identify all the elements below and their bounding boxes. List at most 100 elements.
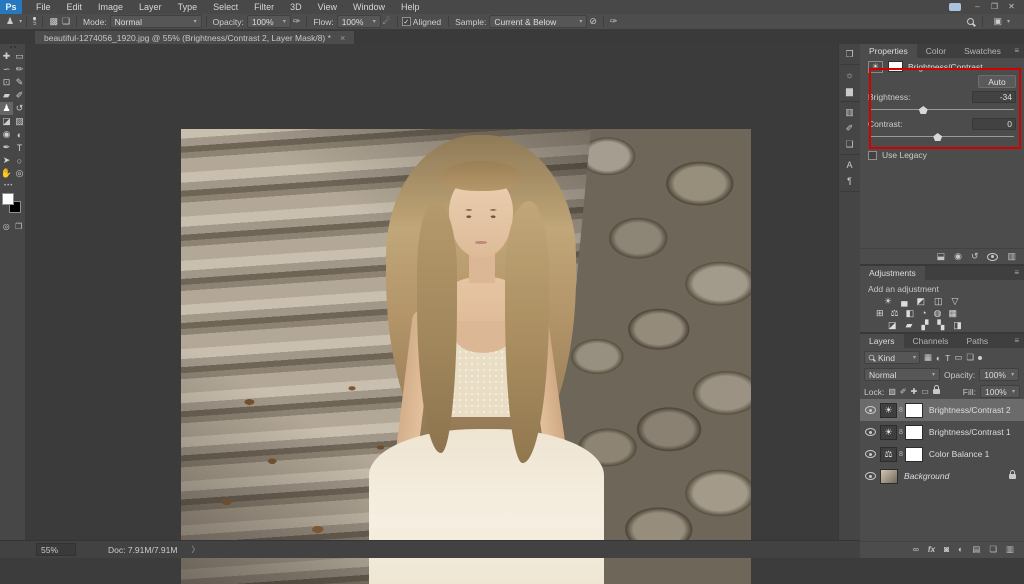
layer-effects-icon[interactable]: fx xyxy=(928,545,935,554)
airbrush-icon[interactable]: ☄ xyxy=(381,16,393,27)
crop-tool[interactable]: ⊡ xyxy=(0,76,13,89)
workspace-switcher-icon[interactable]: ▣ xyxy=(991,16,1004,27)
canvas-area[interactable] xyxy=(26,44,838,584)
curves-adjustment-icon[interactable]: ◩ xyxy=(916,296,925,307)
layer-thumbnail[interactable] xyxy=(880,468,898,484)
clone-stamp-tool[interactable]: ♟ xyxy=(0,102,13,115)
tab-channels[interactable]: Channels xyxy=(904,334,958,348)
type-tool[interactable]: T xyxy=(13,141,26,154)
dodge-tool[interactable]: ◐ xyxy=(13,128,26,141)
layer-row-color-balance-1[interactable]: ⚖ 8 Color Balance 1 xyxy=(860,443,1024,465)
layers-opacity-dropdown[interactable]: 100% ▾ xyxy=(979,368,1020,381)
history-brush-tool[interactable]: ↺ xyxy=(13,102,26,115)
filter-kind-dropdown[interactable]: Kind ▾ xyxy=(864,351,920,364)
visibility-eye-icon[interactable] xyxy=(864,406,876,414)
visibility-eye-icon[interactable] xyxy=(864,450,876,458)
reset-adjustment-icon[interactable]: ↺ xyxy=(971,251,979,262)
edit-toolbar-icon[interactable]: ••• xyxy=(0,180,25,190)
mask-link-icon[interactable]: 8 xyxy=(899,407,903,414)
window-menu-icon[interactable] xyxy=(949,3,961,11)
hand-tool[interactable]: ✋ xyxy=(0,167,13,180)
use-legacy-checkbox[interactable] xyxy=(868,150,877,160)
mask-link-icon[interactable]: 8 xyxy=(899,451,903,458)
shape-tool[interactable]: ○ xyxy=(13,154,26,167)
character-panel-icon[interactable]: A xyxy=(839,157,860,173)
delete-adjustment-icon[interactable]: ▥ xyxy=(1007,251,1016,262)
adjustments-panel-icon[interactable]: ☼ xyxy=(839,67,860,83)
aligned-checkbox[interactable]: ✓ xyxy=(401,17,411,26)
hue-saturation-adjustment-icon[interactable]: ⊞ xyxy=(876,308,884,319)
layer-mask-thumbnail[interactable] xyxy=(904,424,923,440)
menu-3d[interactable]: 3D xyxy=(282,0,310,14)
layer-name[interactable]: Brightness/Contrast 2 xyxy=(929,405,1011,415)
adjustment-layer-icon[interactable]: ☀ xyxy=(880,402,897,418)
styles-panel-icon[interactable]: ▆ xyxy=(839,83,860,99)
layer-mask-thumbnail[interactable] xyxy=(904,446,923,462)
posterize-adjustment-icon[interactable]: ▰ xyxy=(906,320,913,331)
tab-close-icon[interactable]: × xyxy=(340,33,345,43)
threshold-adjustment-icon[interactable]: ▞ xyxy=(921,320,928,331)
zoom-tool[interactable]: ◎ xyxy=(13,167,26,180)
close-button[interactable]: ✕ xyxy=(1003,0,1020,14)
tab-color[interactable]: Color xyxy=(917,44,955,58)
pressure-opacity-icon[interactable]: ✑ xyxy=(291,16,303,27)
panel-menu-icon[interactable]: ≡ xyxy=(1014,44,1024,58)
clone-source-panel-icon[interactable]: ❏ xyxy=(839,136,860,152)
lock-artboard-icon[interactable]: ▭ xyxy=(921,387,929,396)
blur-tool[interactable]: ◉ xyxy=(0,128,13,141)
lock-all-icon[interactable] xyxy=(932,385,940,394)
status-options-arrow-icon[interactable]: 〉 xyxy=(191,544,199,555)
open-document-image[interactable] xyxy=(181,129,751,584)
lock-position-icon[interactable]: ✚ xyxy=(911,387,918,396)
link-layers-icon[interactable]: ∞ xyxy=(913,544,919,554)
tab-swatches[interactable]: Swatches xyxy=(955,44,1010,58)
libraries-panel-icon[interactable]: ▥ xyxy=(839,104,860,120)
tab-layers[interactable]: Layers xyxy=(860,334,904,348)
brush-panel-toggle-icon[interactable]: ▩ xyxy=(47,16,60,27)
lasso-tool[interactable]: ∽ xyxy=(0,63,13,76)
screen-mode-icon[interactable]: ❐ xyxy=(15,222,22,231)
menu-filter[interactable]: Filter xyxy=(246,0,282,14)
contrast-slider[interactable] xyxy=(870,132,1014,142)
restore-button[interactable]: ❐ xyxy=(986,0,1003,14)
layer-row-brightness-contrast-1[interactable]: ☀ 8 Brightness/Contrast 1 xyxy=(860,421,1024,443)
ignore-adjustment-layers-icon[interactable]: ⊘ xyxy=(587,16,599,27)
quick-selection-tool[interactable]: ✏ xyxy=(13,63,26,76)
lock-pixels-icon[interactable]: ✐ xyxy=(900,387,907,396)
layer-row-background[interactable]: Background xyxy=(860,465,1024,487)
paragraph-panel-icon[interactable]: ¶ xyxy=(839,173,860,189)
search-icon[interactable] xyxy=(967,18,975,25)
contrast-value-field[interactable]: 0 xyxy=(972,118,1016,130)
exposure-adjustment-icon[interactable]: ◫ xyxy=(934,296,943,307)
black-white-adjustment-icon[interactable]: ◧ xyxy=(906,308,915,319)
layer-name[interactable]: Brightness/Contrast 1 xyxy=(929,427,1011,437)
gradient-map-adjustment-icon[interactable]: ◨ xyxy=(953,320,962,331)
visibility-eye-icon[interactable] xyxy=(864,472,876,480)
quick-mask-icon[interactable]: ◎ xyxy=(3,222,10,231)
filter-shape-layers-icon[interactable]: ▭ xyxy=(954,352,962,363)
tab-properties[interactable]: Properties xyxy=(860,44,917,58)
auto-button[interactable]: Auto xyxy=(978,75,1016,88)
contrast-slider-thumb[interactable] xyxy=(933,133,943,141)
panel-menu-icon[interactable]: ≡ xyxy=(1014,266,1024,280)
sample-dropdown[interactable]: Current & Below ▾ xyxy=(489,15,588,28)
menu-type[interactable]: Type xyxy=(170,0,206,14)
layer-mask-thumbnail[interactable] xyxy=(904,402,923,418)
menu-layer[interactable]: Layer xyxy=(131,0,170,14)
toggle-visibility-eye-icon[interactable] xyxy=(987,252,999,261)
path-selection-tool[interactable]: ➤ xyxy=(0,154,13,167)
minimize-button[interactable]: – xyxy=(969,0,986,14)
filter-smart-objects-icon[interactable]: ❏ xyxy=(966,352,974,363)
new-layer-icon[interactable]: ❏ xyxy=(989,544,997,555)
pressure-size-icon[interactable]: ✑ xyxy=(608,16,620,27)
tab-paths[interactable]: Paths xyxy=(957,334,997,348)
menu-view[interactable]: View xyxy=(310,0,345,14)
filter-type-layers-icon[interactable]: T xyxy=(945,353,950,363)
lock-transparency-icon[interactable]: ▨ xyxy=(888,387,896,396)
delete-layer-icon[interactable]: ▥ xyxy=(1006,544,1014,555)
tab-adjustments[interactable]: Adjustments xyxy=(860,266,925,280)
eraser-tool[interactable]: ◪ xyxy=(0,115,13,128)
layer-mask-thumbnail[interactable] xyxy=(888,61,903,72)
filter-pixel-layers-icon[interactable]: ▦ xyxy=(924,352,932,363)
tool-preset-caret-icon[interactable]: ▾ xyxy=(19,18,22,25)
